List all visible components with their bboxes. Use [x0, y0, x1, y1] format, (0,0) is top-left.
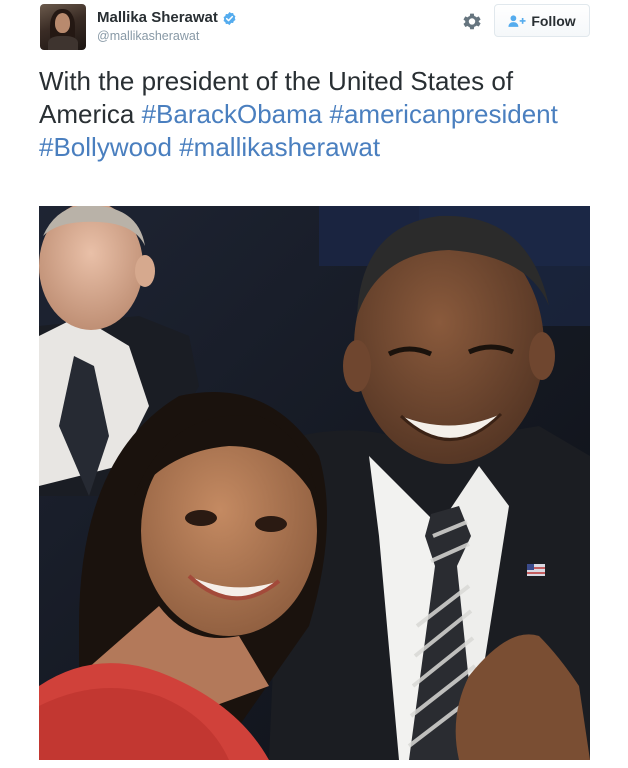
display-name[interactable]: Mallika Sherawat — [97, 9, 218, 27]
display-name-row[interactable]: Mallika Sherawat — [97, 9, 237, 27]
user-names: Mallika Sherawat @mallikasherawat — [97, 9, 237, 44]
add-user-icon — [508, 14, 526, 27]
avatar[interactable] — [40, 4, 86, 50]
tweet-photo[interactable] — [39, 206, 590, 760]
hashtag-link[interactable]: #mallikasherawat — [179, 132, 380, 162]
user-handle[interactable]: @mallikasherawat — [97, 28, 237, 44]
hashtag-link[interactable]: #BarackObama — [142, 99, 323, 129]
tweet-text: With the president of the United States … — [39, 65, 599, 164]
gear-icon[interactable] — [461, 10, 483, 32]
follow-button[interactable]: Follow — [494, 4, 590, 37]
follow-label: Follow — [531, 12, 576, 29]
hashtag-link[interactable]: #americanpresident — [329, 99, 557, 129]
tweet-card: Mallika Sherawat @mallikasherawat Follow… — [0, 0, 628, 768]
hashtag-link[interactable]: #Bollywood — [39, 132, 172, 162]
verified-badge-icon — [223, 11, 236, 25]
photo-illustration — [39, 206, 590, 760]
